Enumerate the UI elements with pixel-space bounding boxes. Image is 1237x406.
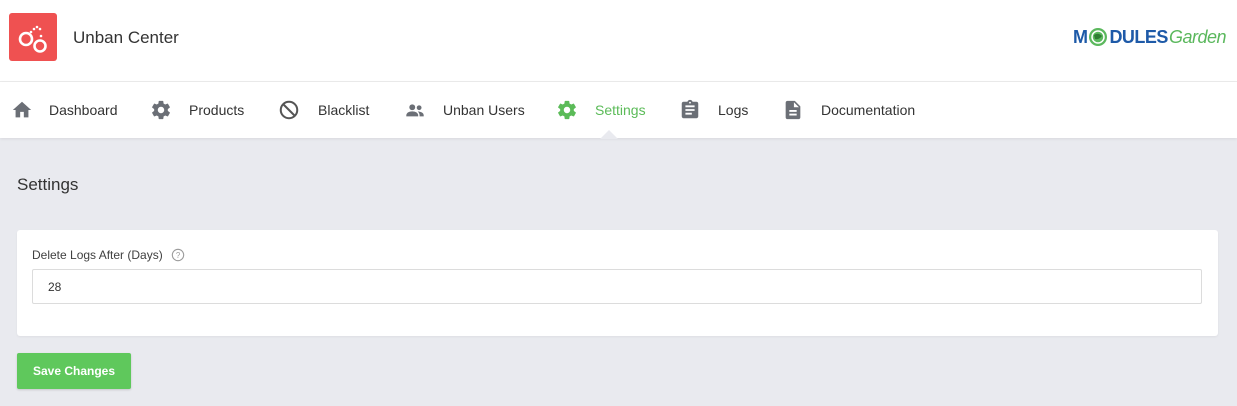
app-title: Unban Center xyxy=(73,28,179,47)
brand-text-modules: DULES xyxy=(1109,26,1168,47)
nav-item-products[interactable]: Products xyxy=(150,82,244,138)
delete-logs-label: Delete Logs After (Days) ? xyxy=(32,248,185,262)
nav-item-logs[interactable]: Logs xyxy=(679,82,748,138)
nav-label-products: Products xyxy=(189,102,245,118)
document-icon xyxy=(785,100,801,120)
clipboard-icon xyxy=(681,99,699,119)
handcuffs-icon xyxy=(18,25,47,53)
nav-item-blacklist[interactable]: Blacklist xyxy=(278,82,369,138)
nav-item-documentation[interactable]: Documentation xyxy=(782,82,915,138)
main-nav: Dashboard Products Blacklist Unban Users… xyxy=(0,82,1237,139)
save-changes-button[interactable]: Save Changes xyxy=(17,353,131,389)
delete-logs-label-text: Delete Logs After (Days) xyxy=(32,248,163,262)
nav-item-dashboard[interactable]: Dashboard xyxy=(11,82,118,138)
home-icon xyxy=(12,101,32,118)
gear-icon xyxy=(558,100,576,120)
nav-label-blacklist: Blacklist xyxy=(318,102,370,118)
brand-text-garden: Garden xyxy=(1168,26,1227,47)
gear-icon xyxy=(152,100,170,120)
modulesgarden-logo[interactable]: M DULES Garden xyxy=(1072,24,1227,50)
help-icon[interactable]: ? xyxy=(171,248,185,262)
block-icon xyxy=(279,100,299,120)
app-logo[interactable] xyxy=(9,13,57,61)
brand-text-m: M xyxy=(1072,26,1088,47)
nav-label-documentation: Documentation xyxy=(821,102,916,118)
nav-label-settings: Settings xyxy=(595,102,646,118)
active-tab-indicator xyxy=(600,130,618,139)
settings-panel: Delete Logs After (Days) ? xyxy=(17,230,1218,336)
users-icon xyxy=(406,104,424,117)
nav-label-dashboard: Dashboard xyxy=(49,102,118,118)
delete-logs-input[interactable] xyxy=(32,269,1202,304)
nav-label-unban-users: Unban Users xyxy=(443,102,525,118)
page-title: Settings xyxy=(17,175,79,194)
nav-item-unban-users[interactable]: Unban Users xyxy=(404,82,525,138)
app-header: Unban Center M DULES Garden xyxy=(0,0,1237,82)
svg-text:?: ? xyxy=(176,251,181,260)
globe-icon xyxy=(1089,28,1108,46)
nav-label-logs: Logs xyxy=(718,102,749,118)
